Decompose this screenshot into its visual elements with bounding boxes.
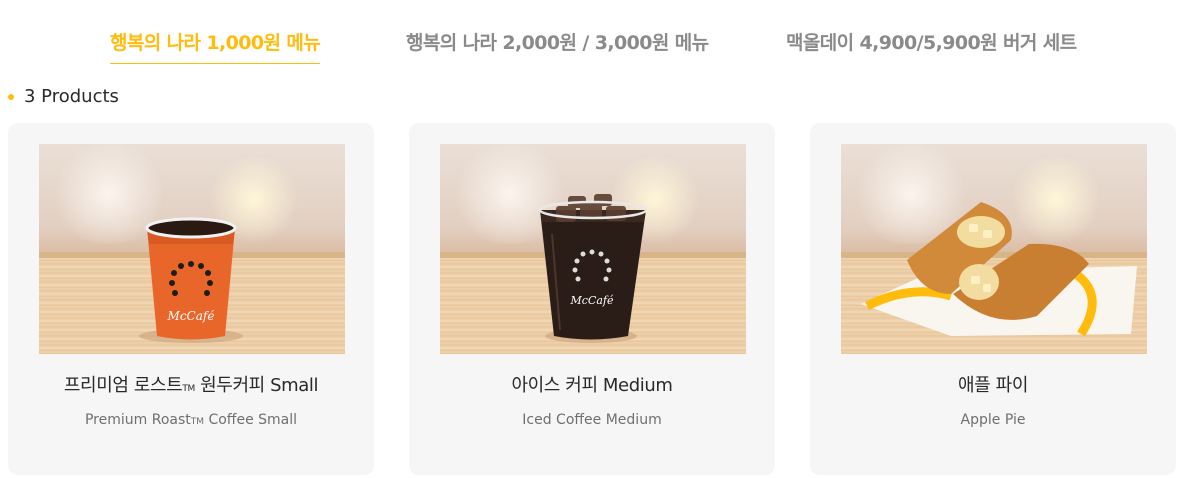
tab-mcallday-burger-set[interactable]: 맥올데이 4,900/5,900원 버거 세트 [786,28,1077,55]
svg-text:McCafé: McCafé [167,309,215,323]
product-card-apple-pie[interactable]: 애플 파이 Apple Pie [810,123,1176,475]
product-name-ko: 아이스 커피 Medium [511,375,673,396]
product-count-label: 3 Products [24,86,119,107]
product-name-en: Premium RoastTM Coffee Small [84,412,298,428]
product-name-en: Iced Coffee Medium [522,412,662,428]
product-name-ko: 프리미엄 로스트TM 원두커피 Small [63,375,319,396]
tab-1000-won-menu[interactable]: 행복의 나라 1,000원 메뉴 [110,28,321,64]
bullet-dot-icon [8,93,14,100]
product-card-iced-coffee[interactable]: McCafé 아이스 커피 Medium Iced Coffee Medium [409,123,775,475]
product-name-ko: 애플 파이 [958,375,1028,396]
product-card-premium-roast-coffee[interactable]: McCafé 프리미엄 로스트TM 원두커피 Small Premium Roa… [8,123,374,475]
menu-tabs: 행복의 나라 1,000원 메뉴 행복의 나라 2,000원 / 3,000원 … [0,28,1186,64]
apple-pie-image [841,144,1147,354]
product-name-en: Apple Pie [960,412,1026,428]
hot-coffee-image: McCafé [39,144,345,354]
tab-2000-3000-won-menu[interactable]: 행복의 나라 2,000원 / 3,000원 메뉴 [406,28,709,55]
svg-text:McCafé: McCafé [570,294,614,307]
iced-coffee-image: McCafé [440,144,746,354]
product-count: 3 Products [8,86,119,107]
